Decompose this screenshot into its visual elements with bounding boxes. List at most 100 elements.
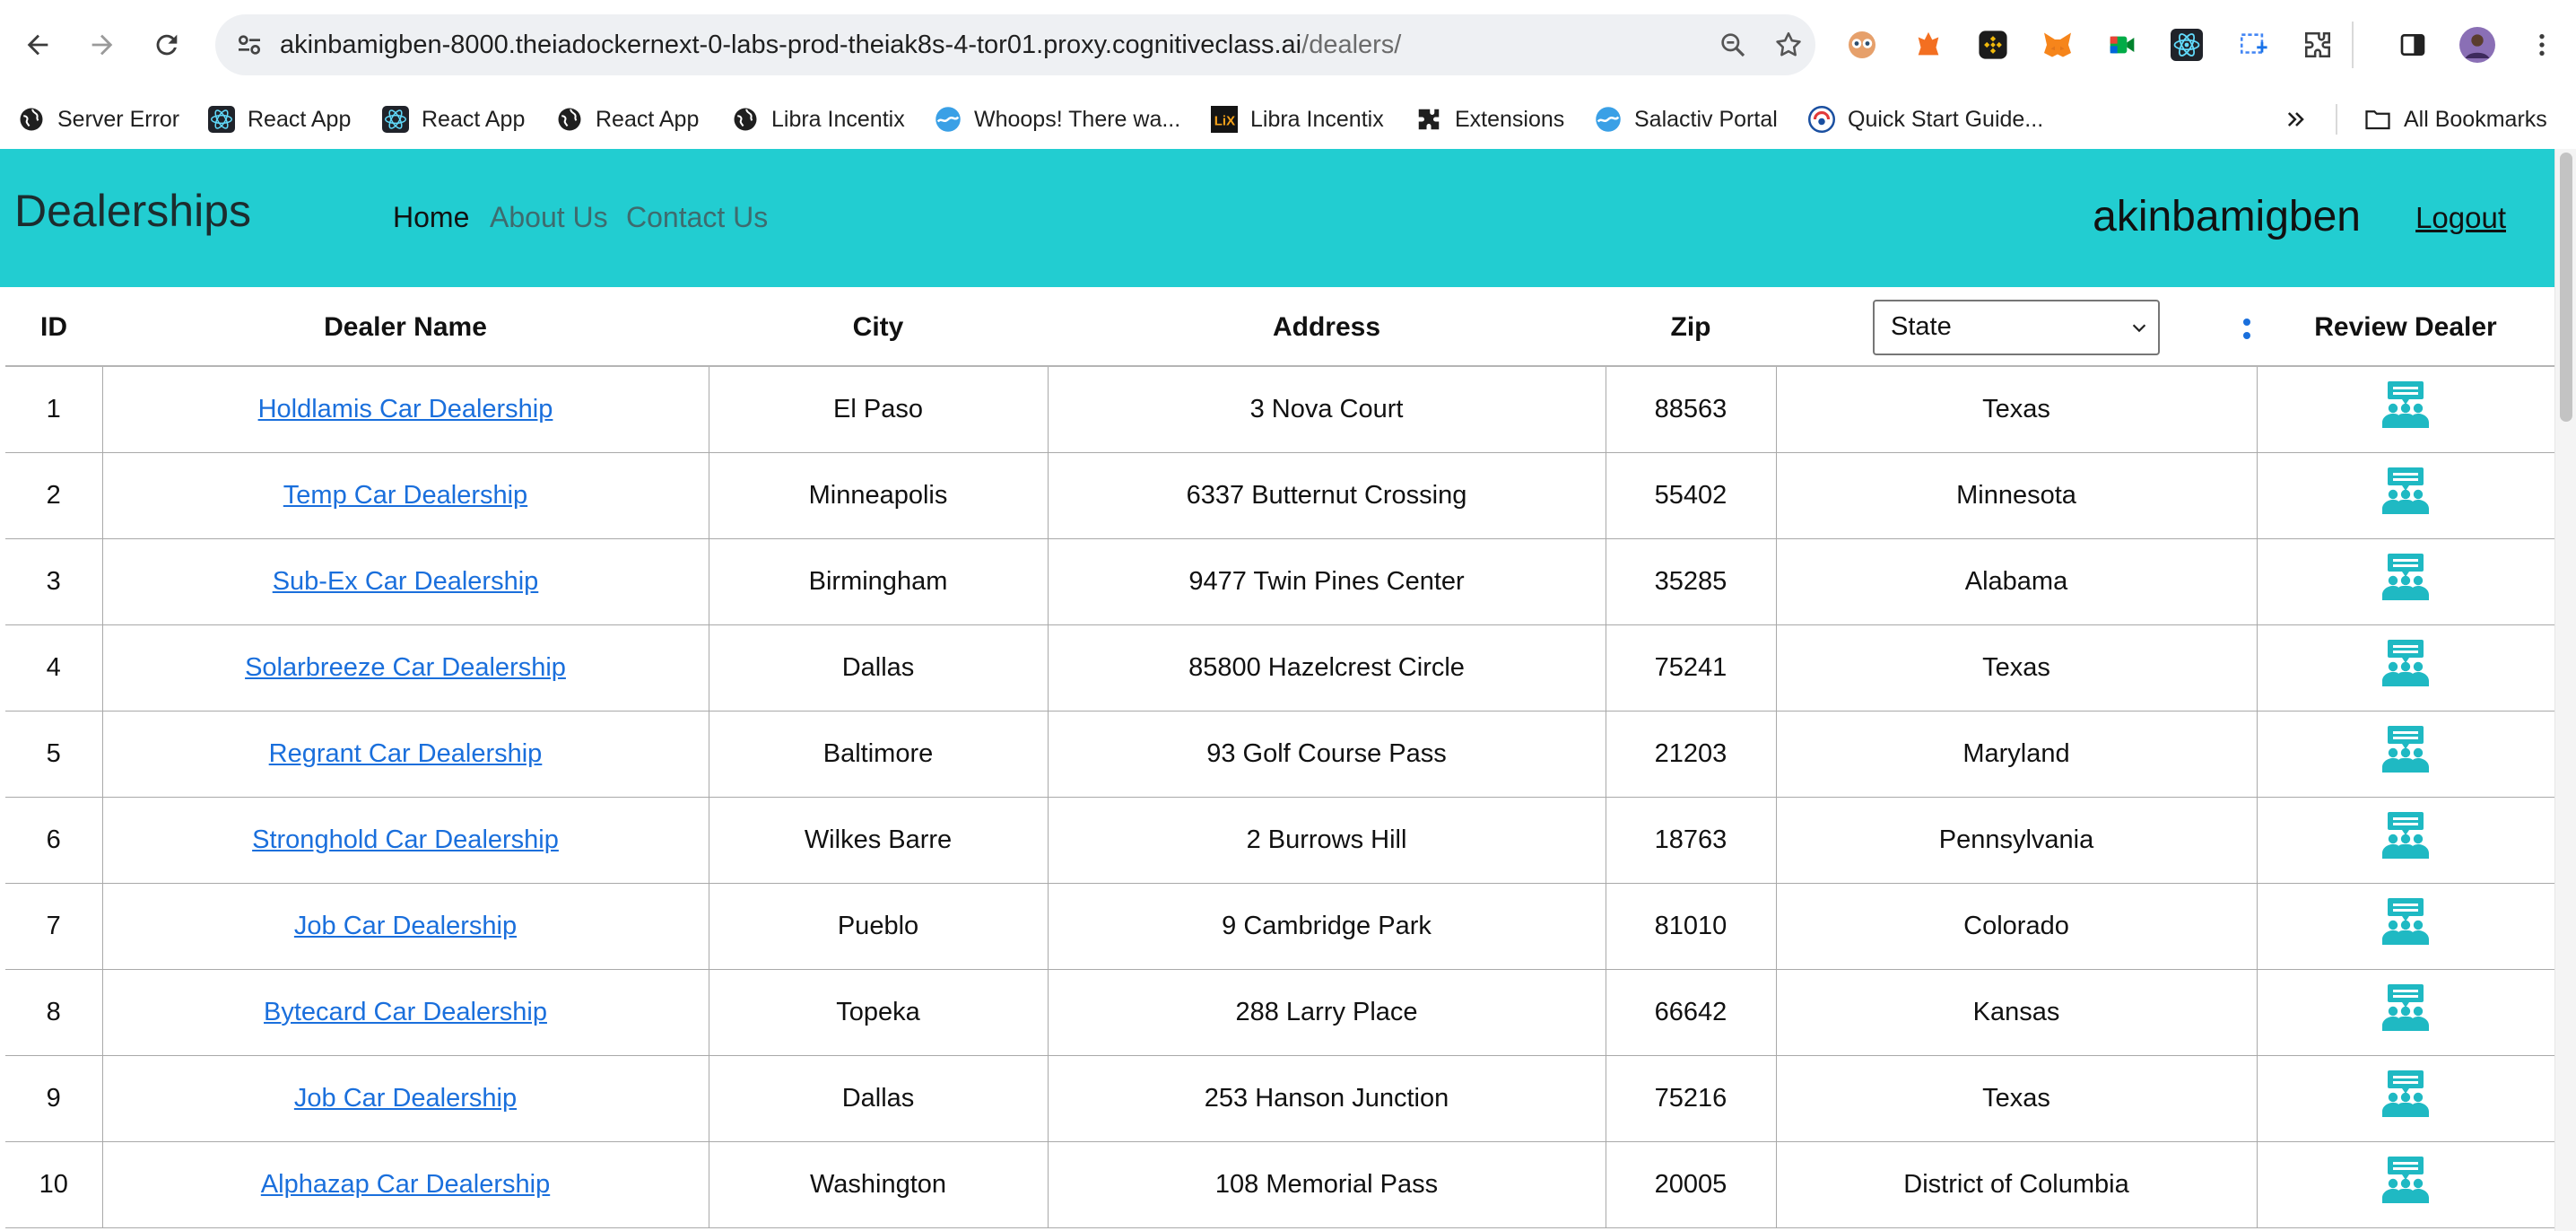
extension-fox-icon[interactable] bbox=[1909, 25, 1948, 65]
dealer-name-link[interactable]: Regrant Car Dealership bbox=[269, 739, 543, 768]
review-dealer-icon[interactable] bbox=[2380, 1070, 2431, 1119]
all-bookmarks-button[interactable]: All Bookmarks bbox=[2364, 90, 2547, 149]
forward-button[interactable] bbox=[77, 20, 127, 70]
side-panel-icon[interactable] bbox=[2393, 25, 2432, 65]
review-dealer-icon[interactable] bbox=[2380, 381, 2431, 430]
review-dealer-icon[interactable] bbox=[2380, 554, 2431, 602]
wave-icon bbox=[935, 106, 962, 133]
cell-id: 5 bbox=[5, 710, 103, 798]
extension-binance-icon[interactable] bbox=[1973, 25, 2013, 65]
table-header-row: ID Dealer Name City Address Zip State Re… bbox=[5, 289, 2554, 367]
review-dealer-icon[interactable] bbox=[2380, 898, 2431, 947]
cell-city: Wilkes Barre bbox=[708, 796, 1049, 884]
dealer-zip: 88563 bbox=[1654, 394, 1727, 423]
dealer-name-link[interactable]: Stronghold Car Dealership bbox=[252, 825, 559, 854]
dealer-id: 10 bbox=[39, 1169, 68, 1199]
bookmark-salactiv-portal[interactable]: Salactiv Portal bbox=[1595, 90, 1778, 149]
review-dealer-icon[interactable] bbox=[2380, 726, 2431, 774]
cell-address: 253 Hanson Junction bbox=[1047, 1054, 1606, 1142]
bookmark-react-app-2[interactable]: React App bbox=[382, 90, 525, 149]
dealer-state: Pennsylvania bbox=[1938, 825, 2094, 854]
bookmark-whoops[interactable]: Whoops! There wa... bbox=[935, 90, 1180, 149]
bookmark-libra-incentix-2[interactable]: LiX Libra Incentix bbox=[1211, 90, 1384, 149]
browser-menu-icon[interactable] bbox=[2522, 25, 2562, 65]
dealer-name-link[interactable]: Job Car Dealership bbox=[294, 912, 517, 940]
dealer-name-link[interactable]: Alphazap Car Dealership bbox=[261, 1170, 550, 1199]
dealer-name-link[interactable]: Holdlamis Car Dealership bbox=[258, 395, 553, 423]
more-bookmarks-button[interactable] bbox=[2284, 90, 2309, 149]
bookmarks-divider bbox=[2336, 104, 2337, 135]
dealer-name-link[interactable]: Job Car Dealership bbox=[294, 1084, 517, 1113]
dealer-state: Texas bbox=[1982, 394, 2050, 423]
table-row: 3 Sub-Ex Car Dealership Birmingham 9477 … bbox=[5, 537, 2554, 625]
bookmark-libra-incentix-1[interactable]: Libra Incentix bbox=[732, 90, 905, 149]
svg-text:LiX: LiX bbox=[1214, 113, 1235, 128]
extensions-puzzle-icon[interactable] bbox=[2298, 25, 2337, 65]
bookmark-label: Extensions bbox=[1455, 106, 1565, 132]
review-dealer-icon[interactable] bbox=[2380, 467, 2431, 516]
cell-dealer-name: Stronghold Car Dealership bbox=[101, 796, 709, 884]
bookmarks-bar: Server Error React App React App React A… bbox=[0, 90, 2576, 149]
review-dealer-icon[interactable] bbox=[2380, 640, 2431, 688]
state-filter-select[interactable]: State bbox=[1873, 299, 2160, 355]
bookmark-quick-start-guide[interactable]: Quick Start Guide... bbox=[1808, 90, 2043, 149]
cell-city: Washington bbox=[708, 1140, 1049, 1228]
bookmark-server-error[interactable]: Server Error bbox=[18, 90, 179, 149]
back-button[interactable] bbox=[13, 20, 63, 70]
cell-review bbox=[2256, 451, 2554, 539]
cell-dealer-name: Holdlamis Car Dealership bbox=[101, 365, 709, 453]
address-bar[interactable]: akinbamigben-8000.theiadockernext-0-labs… bbox=[215, 14, 1815, 75]
url-text[interactable]: akinbamigben-8000.theiadockernext-0-labs… bbox=[280, 14, 1401, 75]
review-dealer-icon[interactable] bbox=[2380, 812, 2431, 860]
cell-state: Texas bbox=[1775, 624, 2258, 712]
cell-state: Kansas bbox=[1775, 968, 2258, 1056]
dealer-state: Kansas bbox=[1972, 997, 2060, 1026]
cell-address: 288 Larry Place bbox=[1047, 968, 1606, 1056]
scrollbar-thumb[interactable] bbox=[2560, 153, 2572, 422]
table-row: 9 Job Car Dealership Dallas 253 Hanson J… bbox=[5, 1054, 2554, 1142]
table-row: 4 Solarbreeze Car Dealership Dallas 8580… bbox=[5, 624, 2554, 712]
site-info-icon[interactable] bbox=[231, 27, 267, 63]
table-row: 6 Stronghold Car Dealership Wilkes Barre… bbox=[5, 796, 2554, 884]
bookmark-label: Server Error bbox=[57, 106, 180, 132]
nav-about-us[interactable]: About Us bbox=[490, 201, 608, 234]
dealer-state: Maryland bbox=[1962, 738, 2070, 768]
extension-owl-icon[interactable] bbox=[1842, 25, 1882, 65]
dealer-name-link[interactable]: Sub-Ex Car Dealership bbox=[273, 567, 539, 596]
extension-meet-icon[interactable] bbox=[2102, 25, 2142, 65]
column-header-review-dealer: Review Dealer bbox=[2243, 289, 2554, 367]
review-dealer-icon[interactable] bbox=[2380, 1157, 2431, 1205]
logout-link[interactable]: Logout bbox=[2415, 201, 2506, 235]
bookmark-react-app-1[interactable]: React App bbox=[208, 90, 351, 149]
page-scrollbar[interactable] bbox=[2554, 149, 2576, 1231]
dealer-zip: 81010 bbox=[1654, 911, 1727, 940]
dealer-name-link[interactable]: Temp Car Dealership bbox=[283, 481, 527, 510]
review-dealer-icon[interactable] bbox=[2380, 984, 2431, 1033]
dealer-zip: 55402 bbox=[1654, 480, 1727, 510]
cell-city: Pueblo bbox=[708, 882, 1049, 970]
nav-home[interactable]: Home bbox=[393, 201, 469, 234]
brand-title[interactable]: Dealerships bbox=[14, 185, 251, 237]
profile-avatar-icon[interactable] bbox=[2458, 25, 2497, 65]
cell-id: 1 bbox=[5, 365, 103, 453]
dealer-address: 3 Nova Court bbox=[1249, 394, 1404, 423]
dealer-name-link[interactable]: Bytecard Car Dealership bbox=[264, 998, 547, 1026]
extension-metamask-icon[interactable] bbox=[2038, 25, 2077, 65]
cell-zip: 35285 bbox=[1605, 537, 1777, 625]
nav-contact-us[interactable]: Contact Us bbox=[626, 201, 768, 234]
url-path: /dealers/ bbox=[1301, 31, 1402, 59]
review-dealer-label: Review Dealer bbox=[2314, 311, 2497, 342]
extension-screenshot-icon[interactable] bbox=[2233, 25, 2273, 65]
extension-react-icon[interactable] bbox=[2167, 25, 2206, 65]
cell-id: 7 bbox=[5, 882, 103, 970]
bookmark-extensions[interactable]: Extensions bbox=[1415, 90, 1564, 149]
cell-review bbox=[2256, 968, 2554, 1056]
bookmark-react-app-3[interactable]: React App bbox=[556, 90, 699, 149]
dealer-id: 1 bbox=[46, 394, 61, 423]
bookmark-star-icon[interactable] bbox=[1771, 27, 1806, 63]
dealer-name-link[interactable]: Solarbreeze Car Dealership bbox=[245, 653, 566, 682]
dealer-id: 6 bbox=[46, 825, 61, 854]
dealer-id: 2 bbox=[46, 480, 61, 510]
zoom-icon[interactable] bbox=[1715, 27, 1751, 63]
reload-button[interactable] bbox=[142, 20, 192, 70]
